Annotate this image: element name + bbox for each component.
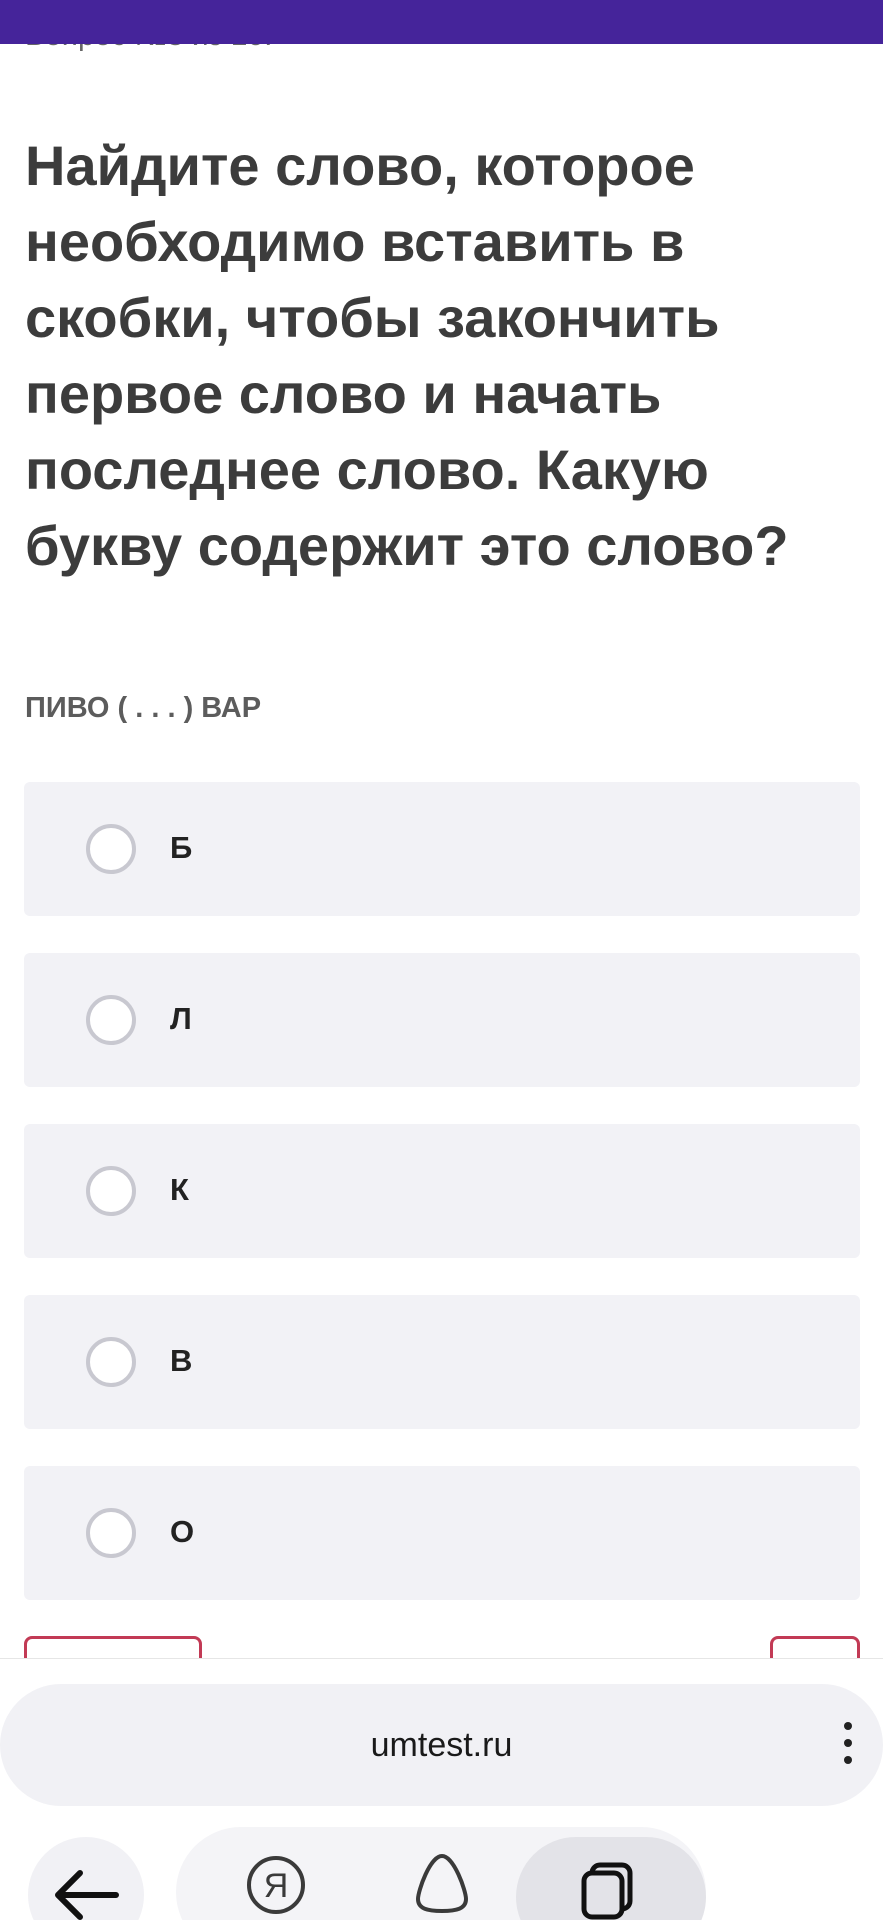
yandex-icon: Я: [247, 1856, 305, 1914]
url-text: umtest.ru: [370, 1726, 513, 1764]
answer-option-label: О: [170, 1514, 195, 1549]
answer-option-2[interactable]: Л: [24, 953, 860, 1087]
answer-option-4[interactable]: В: [24, 1295, 860, 1429]
answer-option-1[interactable]: Б: [24, 782, 860, 916]
answer-option-label: В: [170, 1343, 193, 1378]
answer-option-label: К: [170, 1172, 189, 1207]
answer-option-5[interactable]: О: [24, 1466, 860, 1600]
quiz-page: Вопрос №8 из 10. Найдите слово, которое …: [0, 0, 883, 1920]
svg-text:Я: Я: [264, 1867, 289, 1905]
radio-button[interactable]: [86, 995, 136, 1045]
tabs-button[interactable]: [516, 1837, 706, 1920]
tabs-icon: [581, 1862, 633, 1920]
question-text: Найдите слово, которое необходимо встави…: [25, 134, 789, 577]
alice-button[interactable]: [412, 1851, 472, 1915]
address-bar[interactable]: umtest.ru: [0, 1684, 883, 1806]
yandex-button[interactable]: Я: [246, 1855, 306, 1915]
answer-option-label: Б: [170, 830, 193, 865]
more-vertical-icon[interactable]: [841, 1722, 855, 1770]
answer-option-label: Л: [170, 1001, 192, 1036]
back-arrow-icon: [55, 1870, 119, 1920]
top-app-bar: [0, 0, 883, 44]
browser-bottom-bar: umtest.ru Я: [0, 1658, 883, 1920]
radio-button[interactable]: [86, 1337, 136, 1387]
radio-button[interactable]: [86, 824, 136, 874]
alice-icon: [416, 1854, 468, 1913]
answer-option-3[interactable]: К: [24, 1124, 860, 1258]
radio-button[interactable]: [86, 1166, 136, 1216]
back-button[interactable]: [28, 1837, 144, 1920]
puzzle-text: ПИВО ( . . . ) ВАР: [25, 692, 262, 724]
radio-button[interactable]: [86, 1508, 136, 1558]
